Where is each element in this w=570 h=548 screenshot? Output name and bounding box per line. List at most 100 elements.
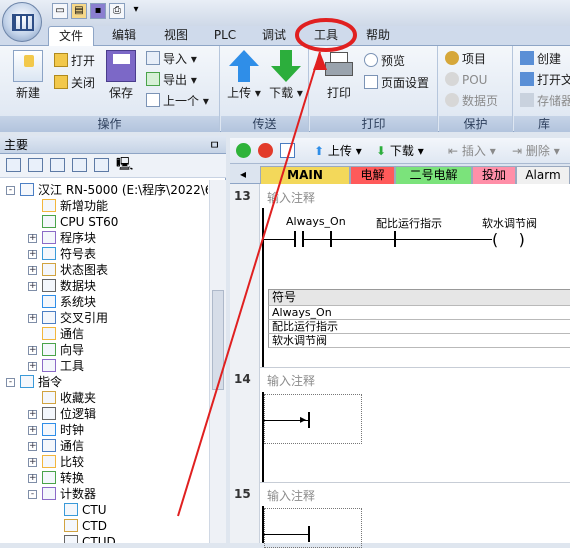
tree-node-icon (64, 503, 78, 516)
preview-button[interactable]: 预览 (364, 52, 405, 70)
tab-view[interactable]: 视图 (156, 26, 196, 46)
tree-scroll-thumb[interactable] (212, 290, 224, 390)
tree-node-label: 转换 (60, 471, 85, 485)
expand-icon[interactable]: + (28, 250, 37, 259)
tab-tools[interactable]: 工具 (305, 26, 347, 46)
network-comment[interactable]: 输入注释 (267, 487, 315, 504)
editor-upload-button[interactable]: ⬆ 上传 ▾ (314, 142, 362, 160)
open-button[interactable]: 打开 (54, 52, 95, 70)
tab-plc[interactable]: PLC (205, 26, 245, 46)
panel-header: 主要 ㅁ (0, 136, 226, 154)
editor-download-button[interactable]: ⬇ 下载 ▾ (376, 142, 424, 160)
expand-icon[interactable]: + (28, 362, 37, 371)
print-icon[interactable]: ⎙ (109, 3, 125, 19)
expand-icon[interactable]: + (28, 410, 37, 419)
tree-node-label: 向导 (60, 343, 85, 357)
tab-scroll-left-icon[interactable]: ◂ (234, 166, 252, 184)
collapse-icon[interactable]: - (6, 378, 15, 387)
open-folder-icon[interactable]: ▤ (71, 3, 87, 19)
upload-button[interactable]: 上传 ▾ (227, 50, 261, 101)
page-setup-button[interactable]: 页面设置 (364, 74, 429, 92)
output-coil[interactable]: ( ) (492, 230, 525, 249)
tree-node-icon (42, 215, 56, 228)
import-button[interactable]: 导入 ▾ (146, 50, 197, 68)
storage-button[interactable]: 存储器 (520, 92, 570, 110)
empty-rung-box[interactable] (264, 394, 362, 444)
tab-electrolysis[interactable]: 电解 (350, 166, 395, 184)
tree-node-label: 汉江 RN-5000 (E:\程序\2022\6月' (38, 183, 208, 197)
tab-main[interactable]: MAIN (260, 166, 350, 184)
stop-icon[interactable] (258, 143, 273, 158)
tab-help[interactable]: 帮助 (358, 26, 398, 46)
tab-electrolysis-2[interactable]: 二号电解 (395, 166, 472, 184)
view-icon-4[interactable] (72, 158, 87, 172)
disk-save-icon (106, 50, 136, 82)
run-icon[interactable] (236, 143, 251, 158)
ladder-editor[interactable]: 13 输入注释 ( ) Always_On 配比运行指示 软水调节阀 符号 Al… (230, 184, 570, 548)
compile-icon[interactable] (280, 143, 295, 158)
network-comment[interactable]: 输入注释 (267, 189, 315, 206)
network-comment[interactable]: 输入注释 (267, 372, 315, 389)
empty-rung-box[interactable] (264, 508, 362, 548)
tree-node-icon (42, 471, 56, 484)
view-icon-1[interactable] (6, 158, 21, 172)
expand-icon[interactable]: + (28, 426, 37, 435)
pin-icon[interactable]: ㅁ (209, 136, 220, 154)
tree-scrollbar[interactable] (209, 180, 226, 543)
pou-protect-button[interactable]: POU (445, 71, 487, 89)
qat-menu-icon[interactable]: ▾ (128, 3, 144, 19)
collapse-icon[interactable]: - (6, 186, 15, 195)
save-button[interactable]: 保存 (104, 50, 138, 101)
tab-file[interactable]: 文件 (48, 26, 94, 47)
collapse-icon[interactable]: - (28, 490, 37, 499)
tree-node-icon (42, 455, 56, 468)
upload-label: 上传 (227, 86, 252, 100)
application-menu-button[interactable] (2, 2, 42, 42)
expand-icon[interactable]: + (28, 346, 37, 355)
project-protect-button[interactable]: 项目 (445, 50, 486, 68)
group-operations: 新建 打开 关闭 保存 导入 ▾ 导出 ▾ 上一个 ▾ 操作 (0, 46, 220, 132)
print-label: 打印 (326, 86, 351, 100)
new-file-icon[interactable]: ▭ (52, 3, 68, 19)
insert-button[interactable]: ⇤ 插入 ▾ (448, 142, 496, 160)
print-button[interactable]: 打印 (322, 50, 356, 101)
rung-end-marker (308, 526, 310, 542)
tab-edit[interactable]: 编辑 (104, 26, 144, 46)
expand-icon[interactable]: + (28, 282, 37, 291)
expand-icon[interactable]: + (28, 266, 37, 275)
expand-icon[interactable]: + (28, 442, 37, 451)
view-icon-3[interactable] (50, 158, 65, 172)
tab-debug[interactable]: 调试 (254, 26, 294, 46)
data-page-label: 数据页 (462, 94, 499, 108)
expand-icon[interactable]: + (28, 314, 37, 323)
download-arrow-icon (271, 50, 301, 82)
tab-dosing[interactable]: 投加 (472, 166, 516, 184)
monitor-icon[interactable]: 🖳 (116, 158, 133, 172)
create-library-button[interactable]: 创建 (520, 50, 561, 68)
tree-node-icon (42, 279, 56, 292)
open-library-button[interactable]: 打开文 (520, 71, 570, 89)
expand-icon[interactable]: + (28, 474, 37, 483)
tree-node-label: CTU (82, 503, 107, 517)
download-button[interactable]: 下载 ▾ (269, 50, 303, 101)
tab-alarm[interactable]: Alarm (516, 166, 570, 184)
previous-button[interactable]: 上一个 ▾ (146, 92, 209, 110)
rung-end-marker (308, 412, 310, 428)
expand-icon[interactable]: + (28, 458, 37, 467)
editor-upload-icon: ⬆ (314, 144, 325, 158)
folder-icon (54, 53, 68, 67)
close-button[interactable]: 关闭 (54, 74, 95, 92)
tree-node-label: 工具 (60, 359, 85, 373)
new-button[interactable]: 新建 (8, 50, 48, 101)
view-icon-2[interactable] (28, 158, 43, 172)
storage-label: 存储器 (537, 94, 570, 108)
data-page-protect-button[interactable]: 数据页 (445, 92, 498, 110)
save-icon[interactable]: ▪ (90, 3, 106, 19)
expand-icon[interactable]: + (28, 234, 37, 243)
delete-button[interactable]: ⇥ 删除 ▾ (512, 142, 560, 160)
view-icon-5[interactable] (94, 158, 109, 172)
export-button[interactable]: 导出 ▾ (146, 71, 197, 89)
tree-node-icon (20, 375, 34, 388)
tree-node-icon (42, 407, 56, 420)
tree-node-icon (64, 519, 78, 532)
